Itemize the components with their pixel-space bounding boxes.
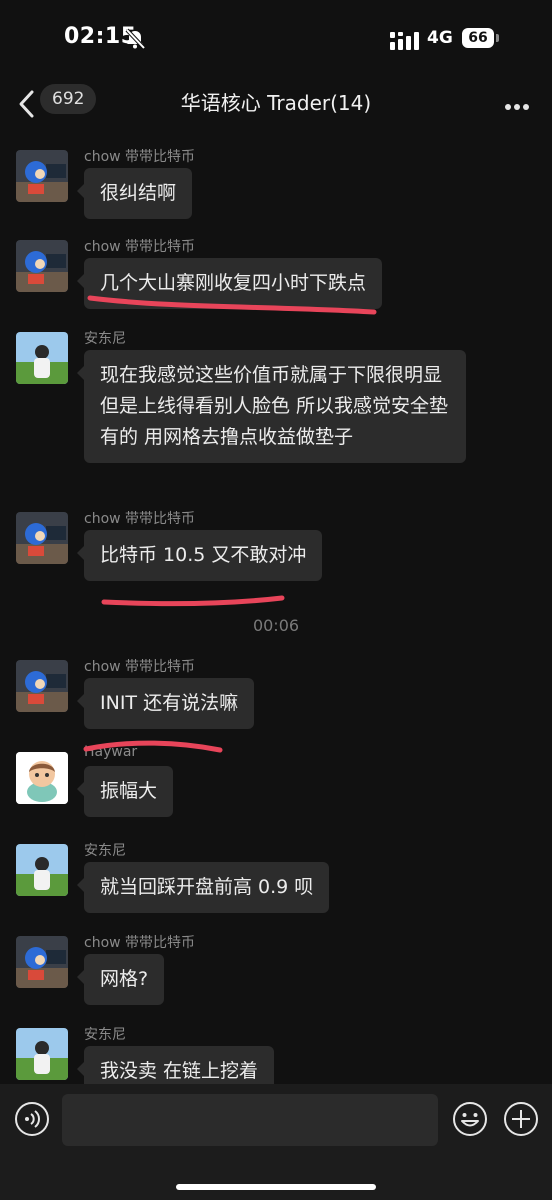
sender-name: chow 带带比特币 [84, 511, 196, 527]
field-avatar[interactable] [16, 332, 68, 384]
message-bubble[interactable]: 振幅大 [76, 766, 174, 817]
sonic-avatar[interactable] [16, 240, 68, 292]
sonic-avatar[interactable] [16, 512, 68, 564]
field-avatar[interactable] [16, 844, 68, 896]
voice-input-icon[interactable] [14, 1101, 50, 1141]
message-bubble[interactable]: 现在我感觉这些价值币就属于下限很明显 但是上线得看别人脸色 所以我感觉安全垫有的… [77, 350, 466, 463]
message-bubble[interactable]: 比特币 10.5 又不敢对冲 [76, 530, 323, 581]
sender-name: chow 带带比特币 [84, 149, 196, 165]
sender-name: chow 带带比特币 [84, 239, 196, 255]
message-bubble[interactable]: 我没卖 在链上挖着 [76, 1046, 275, 1084]
message-bubble[interactable]: INIT 还有说法嘛 [76, 678, 255, 729]
sender-name: 安东尼 [84, 843, 126, 859]
chat-header: 692 华语核心 Trader(14) [0, 80, 552, 128]
chat-title: 华语核心 Trader(14) [180, 91, 372, 115]
cellular-signal-icon [390, 32, 420, 54]
input-bar [0, 1084, 552, 1200]
sender-name: chow 带带比特币 [84, 935, 196, 951]
network-type: 4G [427, 28, 453, 48]
mute-bell-icon [124, 28, 146, 54]
battery-tip [496, 34, 499, 42]
sender-name: 安东尼 [84, 1027, 126, 1043]
cartoon-avatar[interactable] [16, 752, 68, 804]
sonic-avatar[interactable] [16, 150, 68, 202]
sonic-avatar[interactable] [16, 660, 68, 712]
emoji-icon[interactable] [452, 1101, 488, 1141]
message-timestamp: 00:06 [252, 616, 300, 635]
home-indicator [176, 1184, 376, 1190]
field-avatar[interactable] [16, 1028, 68, 1080]
status-bar: 02:15 4G 66 [0, 0, 552, 80]
plus-icon[interactable] [503, 1101, 539, 1141]
message-bubble[interactable]: 就当回踩开盘前高 0.9 呗 [76, 862, 330, 913]
message-bubble[interactable]: 很纠结啊 [76, 168, 193, 219]
message-input[interactable] [62, 1094, 438, 1146]
sonic-avatar[interactable] [16, 936, 68, 988]
sender-name: Haywar [84, 744, 138, 760]
sender-name: chow 带带比特币 [84, 659, 196, 675]
battery-icon: 66 [462, 28, 494, 48]
more-options-icon[interactable] [504, 96, 530, 115]
sender-name: 安东尼 [84, 331, 126, 347]
message-bubble[interactable]: 几个大山寨刚收复四小时下跌点 [76, 258, 383, 309]
message-list[interactable]: chow 带带比特币 很纠结啊 chow 带带比特币 几个大山寨刚收复四小时下跌… [0, 128, 552, 1084]
message-bubble[interactable]: 网格? [76, 954, 165, 1005]
